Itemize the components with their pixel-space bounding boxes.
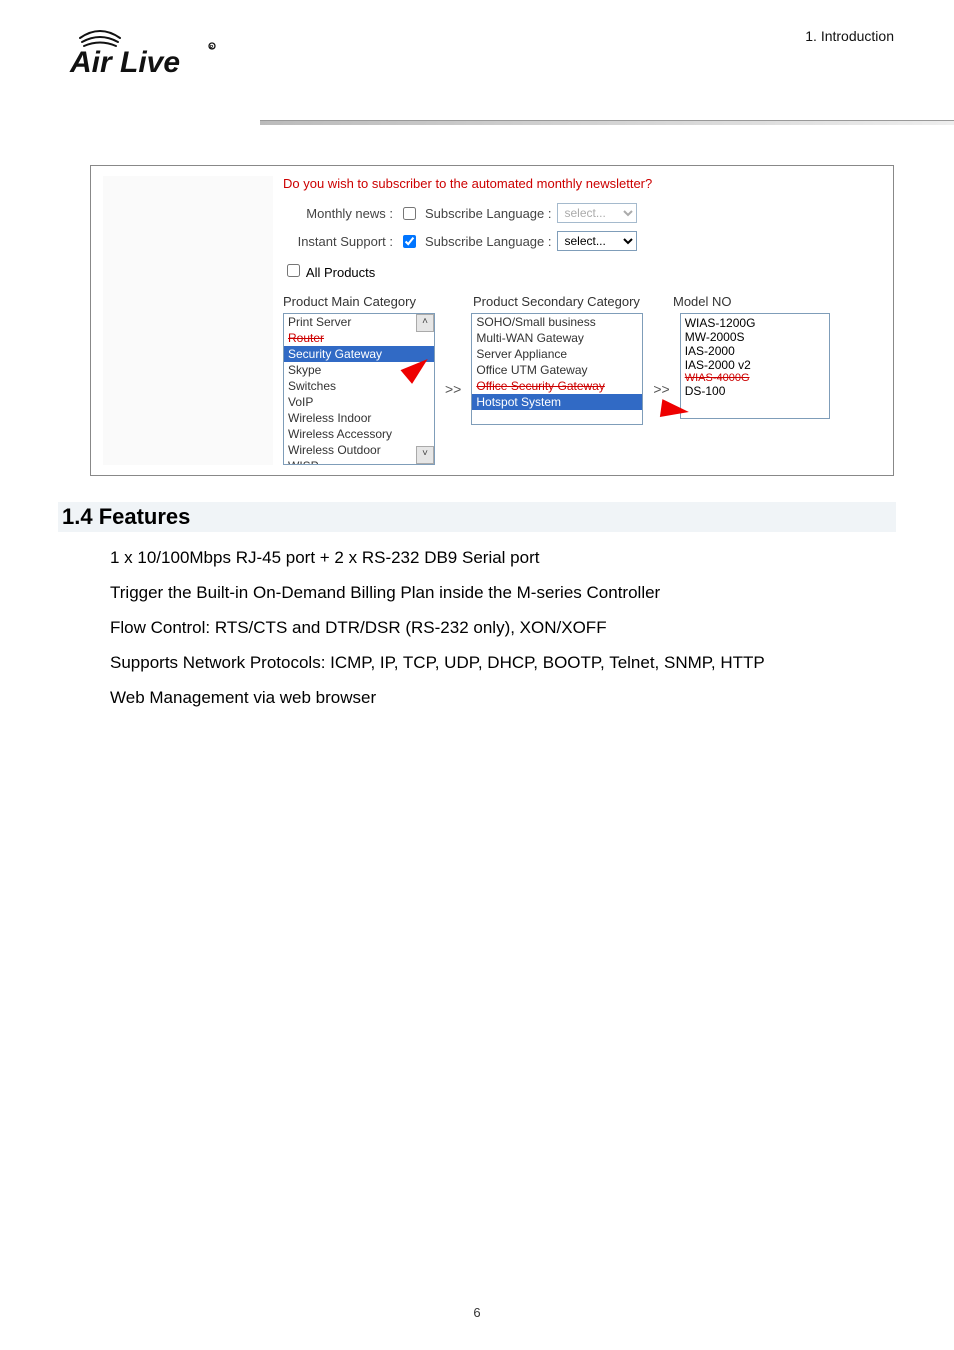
list-item[interactable]: SOHO/Small business — [472, 314, 642, 330]
list-item[interactable]: VoIP — [284, 394, 434, 410]
subscribe-language-label: Subscribe Language : — [425, 206, 551, 221]
col-model-label: Model NO — [673, 294, 881, 309]
list-item[interactable]: WIAS-4000G — [685, 372, 825, 384]
monthly-label: Monthly news : — [283, 206, 393, 221]
instant-language-select[interactable]: select... — [557, 231, 637, 251]
chapter-label: 1. Introduction — [805, 28, 894, 44]
monthly-checkbox[interactable] — [403, 207, 416, 220]
subscribe-language-label-2: Subscribe Language : — [425, 234, 551, 249]
all-products-checkbox[interactable] — [287, 264, 300, 277]
model-list[interactable]: WIAS-1200GMW-2000SIAS-2000IAS-2000 v2WIA… — [680, 313, 830, 419]
features-list: 1 x 10/100Mbps RJ-45 port + 2 x RS-232 D… — [110, 544, 834, 712]
list-item[interactable]: Skype — [284, 362, 434, 378]
instant-label: Instant Support : — [283, 234, 393, 249]
feature-item: Web Management via web browser — [110, 684, 834, 713]
scroll-up-icon[interactable]: ˄ — [416, 314, 434, 332]
monthly-language-select[interactable]: select... — [557, 203, 637, 223]
scroll-down-icon[interactable]: ˅ — [416, 446, 434, 464]
main-category-list[interactable]: ˄ ˅ Print ServerRouterSecurity GatewaySk… — [283, 313, 435, 465]
section-title: 1.4 Features — [58, 502, 896, 532]
feature-item: 1 x 10/100Mbps RJ-45 port + 2 x RS-232 D… — [110, 544, 834, 573]
instant-checkbox[interactable] — [403, 235, 416, 248]
registration-screenshot: Do you wish to subscriber to the automat… — [90, 165, 894, 476]
secondary-category-list[interactable]: SOHO/Small businessMulti-WAN GatewayServ… — [471, 313, 643, 425]
list-item[interactable]: WIAS-1200G — [685, 316, 825, 330]
list-item[interactable]: Switches — [284, 378, 434, 394]
list-item[interactable]: Wireless Outdoor — [284, 442, 434, 458]
list-item[interactable]: Router — [284, 330, 434, 346]
feature-item: Trigger the Built-in On-Demand Billing P… — [110, 579, 834, 608]
list-item[interactable]: Office UTM Gateway — [472, 362, 642, 378]
list-item[interactable]: Security Gateway — [284, 346, 434, 362]
list-item[interactable]: Wireless Indoor — [284, 410, 434, 426]
list-item[interactable]: Hotspot System — [472, 394, 642, 410]
feature-item: Supports Network Protocols: ICMP, IP, TC… — [110, 649, 834, 678]
list-item[interactable]: WISP — [284, 458, 434, 465]
list-item[interactable]: Wireless Accessory — [284, 426, 434, 442]
move-secondary-button[interactable]: >> — [653, 381, 669, 397]
screenshot-side-margin — [103, 176, 273, 465]
svg-text:Air Live: Air Live — [69, 46, 180, 79]
instant-support-row: Instant Support : Subscribe Language : s… — [283, 231, 881, 251]
list-item[interactable]: IAS-2000 — [685, 344, 825, 358]
list-item[interactable]: Print Server — [284, 314, 434, 330]
monthly-news-row: Monthly news : Subscribe Language : sele… — [283, 203, 881, 223]
feature-item: Flow Control: RTS/CTS and DTR/DSR (RS-23… — [110, 614, 834, 643]
svg-text:R: R — [210, 45, 214, 51]
col-main-label: Product Main Category — [283, 294, 473, 309]
list-item[interactable]: Office Security Gateway — [472, 378, 642, 394]
list-item[interactable]: MW-2000S — [685, 330, 825, 344]
header-divider — [260, 120, 954, 125]
list-item[interactable]: Multi-WAN Gateway — [472, 330, 642, 346]
list-item[interactable]: DS-100 — [685, 384, 825, 398]
list-item[interactable]: Server Appliance — [472, 346, 642, 362]
col-secondary-label: Product Secondary Category — [473, 294, 673, 309]
list-item[interactable]: IAS-2000 v2 — [685, 358, 825, 372]
move-main-button[interactable]: >> — [445, 381, 461, 397]
all-products-label: All Products — [306, 265, 375, 280]
newsletter-question: Do you wish to subscriber to the automat… — [283, 176, 881, 191]
page-number: 6 — [0, 1305, 954, 1320]
all-products-row: All Products — [283, 261, 881, 280]
logo: Air Live R — [60, 20, 914, 88]
